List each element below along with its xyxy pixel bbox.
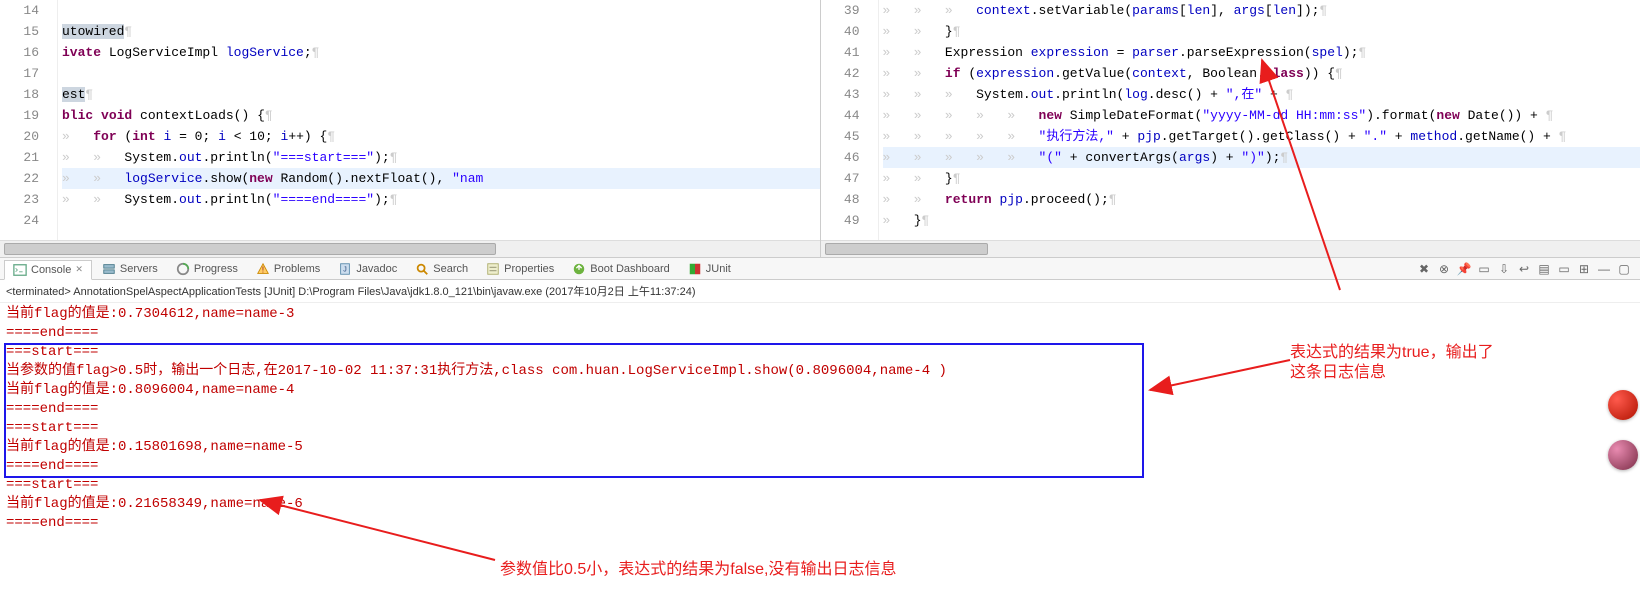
console-line: 当参数的值flag>0.5时，输出一个日志,在2017-10-02 11:37:… — [6, 362, 1634, 381]
toggle-button[interactable]: ⊞ — [1576, 261, 1592, 277]
console-line: ====end==== — [6, 457, 1634, 476]
search-icon — [415, 262, 429, 276]
problems-icon: ! — [256, 262, 270, 276]
tab-label: Progress — [194, 263, 238, 275]
remove-launch-button[interactable]: ✖ — [1416, 261, 1432, 277]
word-wrap-button[interactable]: ↩ — [1516, 261, 1532, 277]
left-editor: 1415161718192021222324 utowired¶ivate Lo… — [0, 0, 821, 257]
right-hscroll[interactable] — [821, 240, 1640, 257]
editor-split: 1415161718192021222324 utowired¶ivate Lo… — [0, 0, 1640, 258]
console-line: ====end==== — [6, 400, 1634, 419]
console-line: 当前flag的值是:0.15801698,name=name-5 — [6, 438, 1634, 457]
tab-search[interactable]: Search — [407, 259, 476, 279]
clear-button[interactable]: ▭ — [1556, 261, 1572, 277]
code-line[interactable]: » » }¶ — [883, 21, 1640, 42]
code-line[interactable]: » » » » » "执行方法," + pjp.getTarget().getC… — [883, 126, 1640, 147]
code-line[interactable]: » » System.out.println("====end====");¶ — [62, 189, 820, 210]
progress-icon — [176, 262, 190, 276]
terminated-label: <terminated> AnnotationSpelAspectApplica… — [0, 280, 1640, 303]
left-hscroll[interactable] — [0, 240, 820, 257]
code-line[interactable]: » » logService.show(new Random().nextFlo… — [62, 168, 820, 189]
console-line: 当前flag的值是:0.8096004,name=name-4 — [6, 381, 1634, 400]
scroll-lock-button[interactable]: ⇩ — [1496, 261, 1512, 277]
left-code[interactable]: utowired¶ivate LogServiceImpl logService… — [58, 0, 820, 240]
code-line[interactable]: » » » System.out.println(log.desc() + ",… — [883, 84, 1640, 105]
boot-icon — [572, 262, 586, 276]
console-line: ====end==== — [6, 324, 1634, 343]
tab-junit[interactable]: JUnit — [680, 259, 739, 279]
console-line: ===start=== — [6, 476, 1634, 495]
left-gutter: 1415161718192021222324 — [0, 0, 58, 240]
code-line[interactable]: » » » context.setVariable(params[len], a… — [883, 0, 1640, 21]
console-line: ===start=== — [6, 343, 1634, 362]
badge-icon[interactable] — [1608, 440, 1638, 470]
code-line[interactable] — [62, 63, 820, 84]
console-line: 当前flag的值是:0.21658349,name=name-6 — [6, 495, 1634, 514]
open-console-button[interactable]: ▤ — [1536, 261, 1552, 277]
javadoc-icon: J — [338, 262, 352, 276]
tab-progress[interactable]: Progress — [168, 259, 246, 279]
code-line[interactable]: » » return pjp.proceed();¶ — [883, 189, 1640, 210]
console-toolbar: ✖⊗📌▭⇩↩▤▭⊞—▢ — [1416, 261, 1636, 277]
tab-label: Search — [433, 263, 468, 275]
code-line[interactable]: » }¶ — [883, 210, 1640, 231]
tab-label: Console — [31, 264, 71, 276]
servers-icon — [102, 262, 116, 276]
code-line[interactable]: » for (int i = 0; i < 10; i++) {¶ — [62, 126, 820, 147]
code-line[interactable] — [62, 210, 820, 231]
side-badges — [1608, 390, 1638, 470]
code-line[interactable]: » » }¶ — [883, 168, 1640, 189]
tab-bar: Console ✕ Servers Progress! Problems J Javadoc… — [0, 258, 1640, 280]
code-line[interactable]: blic void contextLoads() {¶ — [62, 105, 820, 126]
svg-text:J: J — [344, 266, 348, 273]
tab-servers[interactable]: Servers — [94, 259, 166, 279]
tab-boot[interactable]: Boot Dashboard — [564, 259, 678, 279]
min-button[interactable]: — — [1596, 261, 1612, 277]
close-icon[interactable]: ✕ — [75, 264, 83, 275]
right-gutter: 3940414243444546474849 — [821, 0, 879, 240]
pin-button[interactable]: 📌 — [1456, 261, 1472, 277]
code-line[interactable]: » » » » » new SimpleDateFormat("yyyy-MM-… — [883, 105, 1640, 126]
console-line: ===start=== — [6, 419, 1634, 438]
tab-label: Javadoc — [356, 263, 397, 275]
remove-all-button[interactable]: ⊗ — [1436, 261, 1452, 277]
code-line[interactable]: ivate LogServiceImpl logService;¶ — [62, 42, 820, 63]
tab-label: Servers — [120, 263, 158, 275]
tab-label: Properties — [504, 263, 554, 275]
code-line[interactable]: » » Expression expression = parser.parse… — [883, 42, 1640, 63]
properties-icon — [486, 262, 500, 276]
code-line[interactable]: » » if (expression.getValue(context, Boo… — [883, 63, 1640, 84]
tab-label: JUnit — [706, 263, 731, 275]
display-button[interactable]: ▭ — [1476, 261, 1492, 277]
junit-icon — [688, 262, 702, 276]
right-code-area[interactable]: 3940414243444546474849 » » » context.set… — [821, 0, 1640, 240]
code-line[interactable]: utowired¶ — [62, 21, 820, 42]
code-line[interactable]: » » » » » "(" + convertArgs(args) + ")")… — [883, 147, 1640, 168]
badge-icon[interactable] — [1608, 390, 1638, 420]
console-line: 当前flag的值是:0.7304612,name=name-3 — [6, 305, 1634, 324]
right-editor: 3940414243444546474849 » » » context.set… — [821, 0, 1640, 257]
code-line[interactable]: est¶ — [62, 84, 820, 105]
left-code-area[interactable]: 1415161718192021222324 utowired¶ivate Lo… — [0, 0, 820, 240]
tab-label: Problems — [274, 263, 320, 275]
tab-properties[interactable]: Properties — [478, 259, 562, 279]
tab-console[interactable]: Console ✕ — [4, 260, 92, 280]
right-code[interactable]: » » » context.setVariable(params[len], a… — [879, 0, 1640, 240]
code-line[interactable] — [62, 0, 820, 21]
console-output[interactable]: 当前flag的值是:0.7304612,name=name-3====end==… — [0, 303, 1640, 598]
max-button[interactable]: ▢ — [1616, 261, 1632, 277]
tab-problems[interactable]: ! Problems — [248, 259, 328, 279]
console-line: ====end==== — [6, 514, 1634, 533]
tab-javadoc[interactable]: J Javadoc — [330, 259, 405, 279]
svg-text:!: ! — [262, 265, 264, 274]
code-line[interactable]: » » System.out.println("===start===");¶ — [62, 147, 820, 168]
tab-label: Boot Dashboard — [590, 263, 670, 275]
bottom-panel: Console ✕ Servers Progress! Problems J Javadoc… — [0, 258, 1640, 598]
console-icon — [13, 263, 27, 277]
